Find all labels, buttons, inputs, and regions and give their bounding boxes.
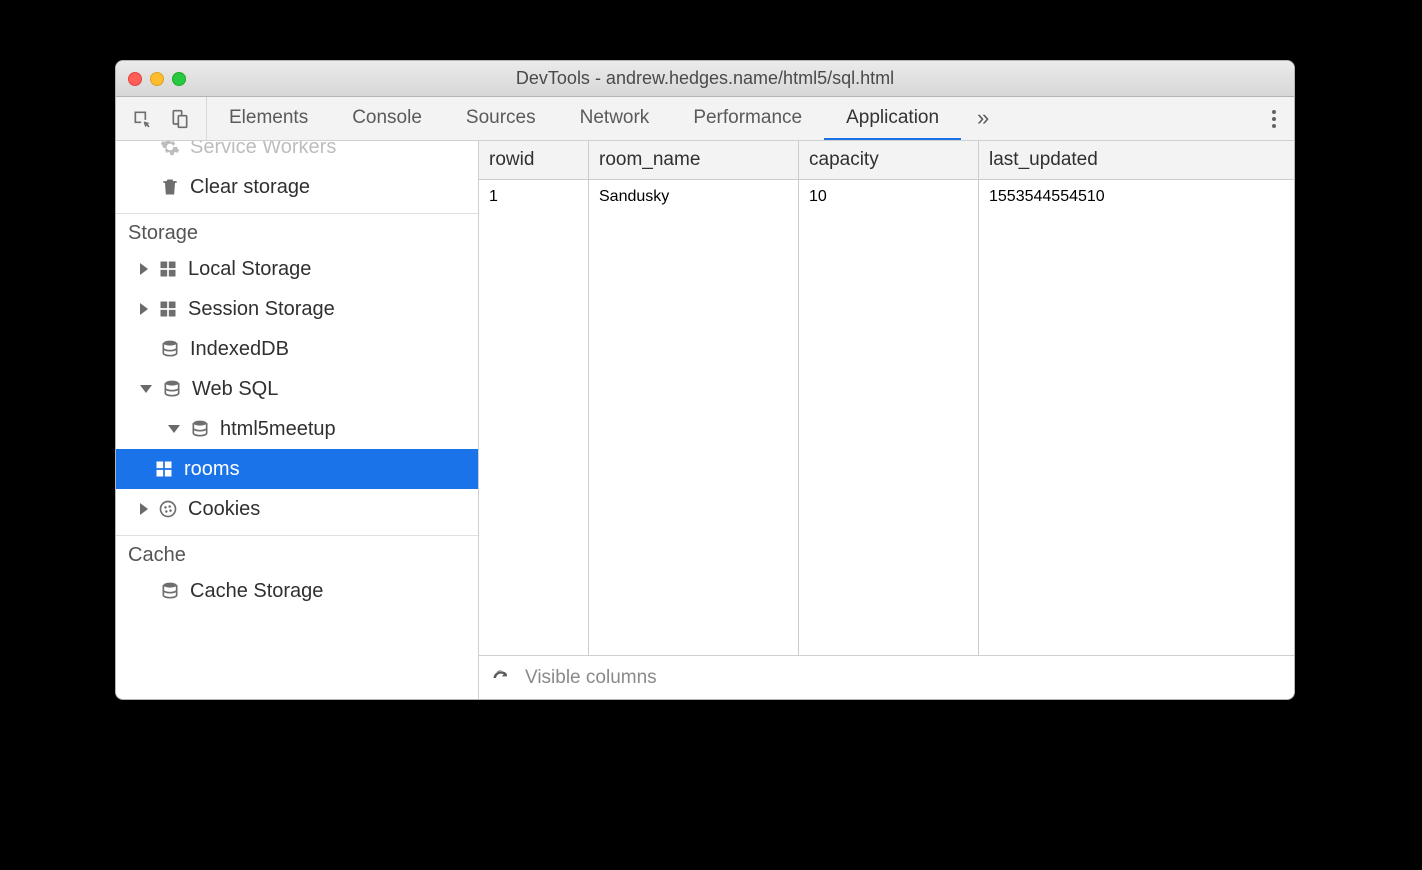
section-heading-label: Storage <box>128 222 198 245</box>
toolbar: Elements Console Sources Network Perform… <box>116 97 1294 141</box>
refresh-icon[interactable] <box>491 668 511 688</box>
sidebar-item-label: Local Storage <box>188 258 311 281</box>
chevron-down-icon <box>168 425 180 433</box>
sidebar-item-local-storage[interactable]: Local Storage <box>116 249 478 289</box>
devtools-window: DevTools - andrew.hedges.name/html5/sql.… <box>115 60 1295 700</box>
section-heading-label: Cache <box>128 544 186 567</box>
tab-label: Application <box>846 107 939 129</box>
toolbar-tabs: Elements Console Sources Network Perform… <box>207 97 1254 140</box>
inspect-element-icon[interactable] <box>132 109 152 129</box>
tab-performance[interactable]: Performance <box>671 97 824 140</box>
sidebar-item-service-workers[interactable]: Service Workers <box>116 141 478 167</box>
visible-columns-input[interactable] <box>525 667 1282 689</box>
cell-room-name: Sandusky <box>589 180 799 214</box>
section-heading-cache: Cache <box>116 535 478 571</box>
more-options-button[interactable] <box>1272 110 1276 128</box>
gear-icon <box>160 141 180 157</box>
column-header-room-name[interactable]: room_name <box>589 141 799 179</box>
tab-application[interactable]: Application <box>824 97 961 140</box>
table-header: rowid room_name capacity last_updated <box>479 141 1294 180</box>
tab-sources[interactable]: Sources <box>444 97 558 140</box>
sidebar-item-label: Cookies <box>188 498 260 521</box>
sidebar-item-label: Clear storage <box>190 176 310 199</box>
window-controls <box>128 72 186 86</box>
sidebar-item-label: Session Storage <box>188 298 335 321</box>
sidebar-item-label: html5meetup <box>220 418 336 441</box>
table-footer <box>479 655 1294 699</box>
column-header-last-updated[interactable]: last_updated <box>979 141 1294 179</box>
tab-label: Elements <box>229 107 308 129</box>
tab-elements[interactable]: Elements <box>207 97 330 140</box>
sidebar-item-cache-storage[interactable]: Cache Storage <box>116 571 478 611</box>
cell-rowid: 1 <box>479 180 589 214</box>
sidebar-item-session-storage[interactable]: Session Storage <box>116 289 478 329</box>
zoom-window-button[interactable] <box>172 72 186 86</box>
sidebar-item-cookies[interactable]: Cookies <box>116 489 478 529</box>
chevron-right-icon <box>140 303 148 315</box>
database-icon <box>160 339 180 359</box>
minimize-window-button[interactable] <box>150 72 164 86</box>
tab-label: Performance <box>693 107 802 129</box>
cookie-icon <box>158 499 178 519</box>
device-toolbar-icon[interactable] <box>170 109 190 129</box>
sidebar-item-indexeddb[interactable]: IndexedDB <box>116 329 478 369</box>
tab-label: Console <box>352 107 422 129</box>
sidebar-item-label: Web SQL <box>192 378 278 401</box>
tabs-overflow-button[interactable]: » <box>961 97 1005 140</box>
sidebar-item-clear-storage[interactable]: Clear storage <box>116 167 478 207</box>
sidebar-item-label: Service Workers <box>190 141 336 159</box>
application-sidebar: Service Workers Clear storage Storage Lo… <box>116 141 479 699</box>
chevron-right-icon <box>140 503 148 515</box>
sidebar-item-web-sql[interactable]: Web SQL <box>116 369 478 409</box>
tab-label: Sources <box>466 107 536 129</box>
titlebar: DevTools - andrew.hedges.name/html5/sql.… <box>116 61 1294 97</box>
trash-icon <box>160 177 180 197</box>
chevron-right-icon <box>140 263 148 275</box>
database-icon <box>160 581 180 601</box>
column-header-capacity[interactable]: capacity <box>799 141 979 179</box>
column-header-rowid[interactable]: rowid <box>479 141 589 179</box>
database-icon <box>162 379 182 399</box>
sidebar-item-label: rooms <box>184 458 240 481</box>
grid-icon <box>158 259 178 279</box>
cell-last-updated: 1553544554510 <box>979 180 1294 214</box>
section-heading-storage: Storage <box>116 213 478 249</box>
tab-console: Console <box>330 97 444 140</box>
tab-network[interactable]: Network <box>558 97 672 140</box>
table-pane: rowid room_name capacity last_updated <box>479 141 1294 699</box>
close-window-button[interactable] <box>128 72 142 86</box>
window-title: DevTools - andrew.hedges.name/html5/sql.… <box>116 68 1294 89</box>
cell-capacity: 10 <box>799 180 979 214</box>
sidebar-item-rooms[interactable]: rooms <box>116 449 478 489</box>
table-row[interactable]: 1 Sandusky 10 1553544554510 <box>479 180 1294 214</box>
sidebar-item-html5meetup[interactable]: html5meetup <box>116 409 478 449</box>
database-icon <box>190 419 210 439</box>
tab-label: Network <box>580 107 650 129</box>
chevron-down-icon <box>140 385 152 393</box>
grid-icon <box>154 459 174 479</box>
grid-icon <box>158 299 178 319</box>
sidebar-item-label: IndexedDB <box>190 338 289 361</box>
sidebar-item-label: Cache Storage <box>190 580 323 603</box>
